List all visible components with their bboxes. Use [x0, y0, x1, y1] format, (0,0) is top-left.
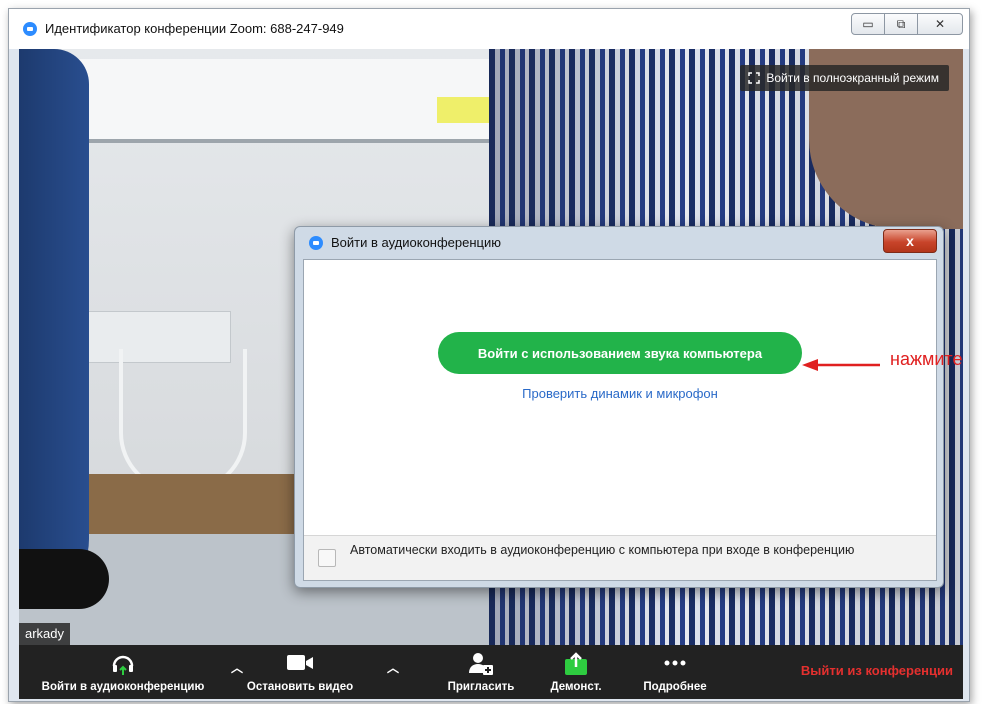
stop-video-button[interactable]: Остановить видео [235, 645, 365, 699]
video-chair-base [19, 549, 109, 609]
close-window-button[interactable]: ✕ [917, 13, 963, 35]
video-chair [19, 49, 89, 609]
more-label: Подробнее [643, 681, 707, 693]
dialog-footer: Автоматически входить в аудиоконференцию… [304, 535, 936, 580]
dialog-title: Войти в аудиоконференцию [331, 235, 502, 250]
participant-name-tag: arkady [19, 623, 71, 645]
more-button[interactable]: Подробнее [625, 645, 725, 699]
join-audio-label: Войти в аудиоконференцию [41, 681, 205, 693]
annotation-text: нажмите [890, 349, 963, 369]
annotation-arrow-icon [802, 359, 880, 371]
video-options-chevron-icon[interactable]: ︿ [387, 659, 399, 676]
dialog-zoom-logo-icon [309, 236, 323, 250]
add-participant-icon [467, 651, 495, 680]
auto-join-checkbox[interactable] [318, 549, 336, 567]
dialog-body: Войти с использованием звука компьютера … [303, 259, 937, 581]
headphones-icon [110, 651, 136, 680]
window-controls: ▭ ⧉ ✕ [851, 13, 963, 35]
join-audio-toolbar-button[interactable]: Войти в аудиоконференцию [23, 645, 223, 699]
fullscreen-label: Войти в полноэкранный режим [766, 71, 939, 85]
join-audio-dialog: Войти в аудиоконференцию x Войти с испол… [294, 226, 944, 588]
share-screen-button[interactable]: Демонст. [535, 645, 617, 699]
leave-meeting-button[interactable]: Выйти из конференции [801, 663, 953, 678]
stop-video-label: Остановить видео [246, 681, 354, 693]
window-title: Идентификатор конференции Zoom: 688-247-… [45, 21, 344, 36]
share-screen-icon [563, 651, 589, 680]
meeting-toolbar: Войти в аудиоконференцию ︿ Остановить ви… [19, 645, 963, 699]
more-dots-icon [660, 651, 690, 678]
auto-join-label: Автоматически входить в аудиоконференцию… [350, 543, 855, 557]
join-with-computer-audio-button[interactable]: Войти с использованием звука компьютера [438, 332, 802, 374]
dialog-close-button[interactable]: x [883, 229, 937, 253]
fullscreen-icon [748, 72, 761, 84]
enter-fullscreen-button[interactable]: Войти в полноэкранный режим [740, 65, 949, 91]
video-camera-icon [285, 651, 315, 678]
window-titlebar: Идентификатор конференции Zoom: 688-247-… [9, 9, 969, 49]
restore-button[interactable]: ⧉ [884, 13, 918, 35]
test-speaker-microphone-link[interactable]: Проверить динамик и микрофон [438, 386, 802, 401]
minimize-button[interactable]: ▭ [851, 13, 885, 35]
invite-label: Пригласить [447, 681, 515, 693]
share-label: Демонст. [550, 681, 602, 693]
video-cable [119, 349, 247, 493]
invite-button[interactable]: Пригласить [435, 645, 527, 699]
zoom-logo-icon [23, 22, 37, 36]
